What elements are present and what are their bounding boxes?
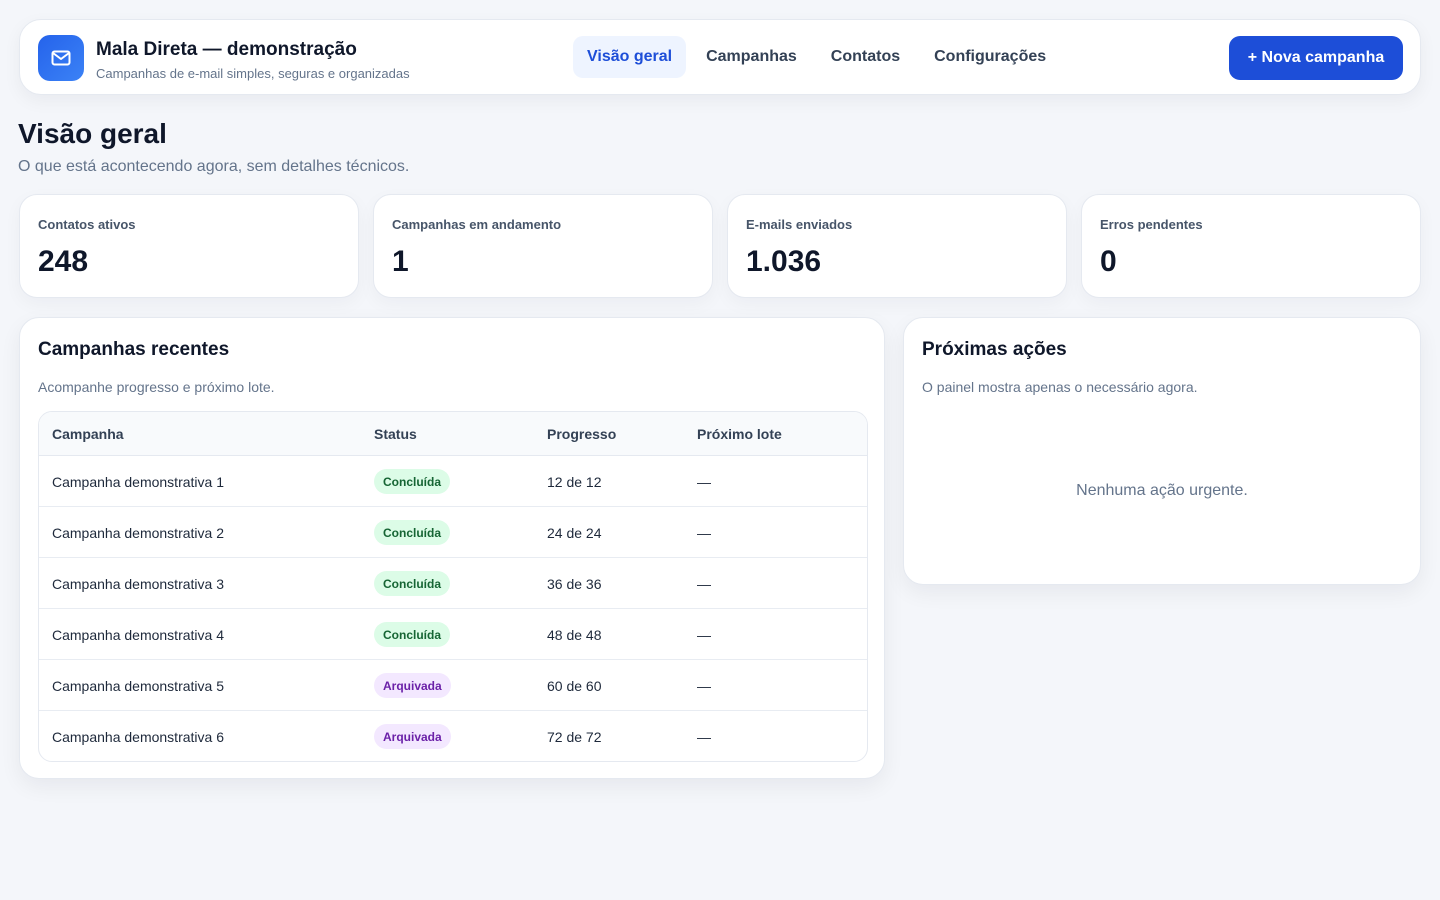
next-batch: —	[697, 729, 711, 745]
page-subtitle: O que está acontecendo agora, sem detalh…	[18, 158, 410, 175]
table-row[interactable]: Campanha demonstrativa 6 Arquivada 72 de…	[39, 711, 867, 761]
status-badge: Concluída	[374, 571, 451, 596]
table-row[interactable]: Campanha demonstrativa 3 Concluída 36 de…	[39, 558, 867, 609]
campaign-name: Campanha demonstrativa 4	[52, 627, 224, 643]
stat-card-campanhas: Campanhas em andamento 1	[373, 194, 713, 298]
next-batch: —	[697, 627, 711, 643]
table-header: Campanha Status Progresso Próximo lote	[39, 412, 867, 456]
stat-value: 1.036	[746, 245, 822, 278]
campaign-name: Campanha demonstrativa 3	[52, 576, 224, 592]
column-header-campanha: Campanha	[52, 426, 124, 442]
nav-contatos[interactable]: Contatos	[817, 36, 914, 78]
next-actions-card: Próximas ações O painel mostra apenas o …	[903, 317, 1421, 585]
nav-campanhas[interactable]: Campanhas	[692, 36, 811, 78]
card-subtitle: O painel mostra apenas o necessário agor…	[922, 379, 1198, 395]
campaign-name: Campanha demonstrativa 5	[52, 678, 224, 694]
status-badge: Arquivada	[374, 673, 451, 698]
campaign-name: Campanha demonstrativa 6	[52, 729, 224, 745]
stat-value: 248	[38, 245, 89, 278]
main-nav: Visão geral Campanhas Contatos Configura…	[573, 36, 1066, 78]
status-badge: Concluída	[374, 469, 451, 494]
column-header-proximo-lote: Próximo lote	[697, 426, 782, 442]
nav-visao-geral[interactable]: Visão geral	[573, 36, 687, 78]
next-batch: —	[697, 678, 711, 694]
page-title: Visão geral	[18, 118, 167, 149]
status-badge: Concluída	[374, 622, 451, 647]
app-subtitle: Campanhas de e-mail simples, seguras e o…	[96, 66, 410, 81]
status-badge: Arquivada	[374, 724, 451, 749]
progress-text: 60 de 60	[547, 678, 602, 694]
card-title: Campanhas recentes	[38, 339, 230, 360]
stat-value: 1	[392, 245, 409, 278]
new-campaign-button[interactable]: + Nova campanha	[1229, 36, 1403, 80]
nav-configuracoes[interactable]: Configurações	[920, 36, 1060, 78]
progress-text: 12 de 12	[547, 474, 602, 490]
column-header-progresso: Progresso	[547, 426, 617, 442]
card-title: Próximas ações	[922, 339, 1067, 360]
mail-icon	[38, 35, 84, 81]
column-header-status: Status	[374, 426, 417, 442]
stat-label: E-mails enviados	[746, 217, 853, 232]
stat-value: 0	[1100, 245, 1117, 278]
empty-state: Nenhuma ação urgente.	[1076, 482, 1248, 499]
stat-card-erros: Erros pendentes 0	[1081, 194, 1421, 298]
card-subtitle: Acompanhe progresso e próximo lote.	[38, 379, 275, 395]
stat-card-contatos: Contatos ativos 248	[19, 194, 359, 298]
stat-label: Campanhas em andamento	[392, 217, 562, 232]
progress-text: 24 de 24	[547, 525, 602, 541]
progress-text: 48 de 48	[547, 627, 602, 643]
next-batch: —	[697, 576, 711, 592]
campaign-name: Campanha demonstrativa 2	[52, 525, 224, 541]
next-batch: —	[697, 474, 711, 490]
table-row[interactable]: Campanha demonstrativa 1 Concluída 12 de…	[39, 456, 867, 507]
table-row[interactable]: Campanha demonstrativa 5 Arquivada 60 de…	[39, 660, 867, 711]
progress-text: 72 de 72	[547, 729, 602, 745]
campaign-name: Campanha demonstrativa 1	[52, 474, 224, 490]
campaigns-table: Campanha Status Progresso Próximo lote C…	[38, 411, 868, 762]
next-batch: —	[697, 525, 711, 541]
app-title: Mala Direta — demonstração	[96, 39, 357, 60]
stat-card-enviados: E-mails enviados 1.036	[727, 194, 1067, 298]
table-row[interactable]: Campanha demonstrativa 2 Concluída 24 de…	[39, 507, 867, 558]
stat-label: Contatos ativos	[38, 217, 136, 232]
status-badge: Concluída	[374, 520, 451, 545]
progress-text: 36 de 36	[547, 576, 602, 592]
table-row[interactable]: Campanha demonstrativa 4 Concluída 48 de…	[39, 609, 867, 660]
top-bar: Mala Direta — demonstração Campanhas de …	[19, 19, 1421, 95]
stat-label: Erros pendentes	[1100, 217, 1203, 232]
recent-campaigns-card: Campanhas recentes Acompanhe progresso e…	[19, 317, 885, 779]
